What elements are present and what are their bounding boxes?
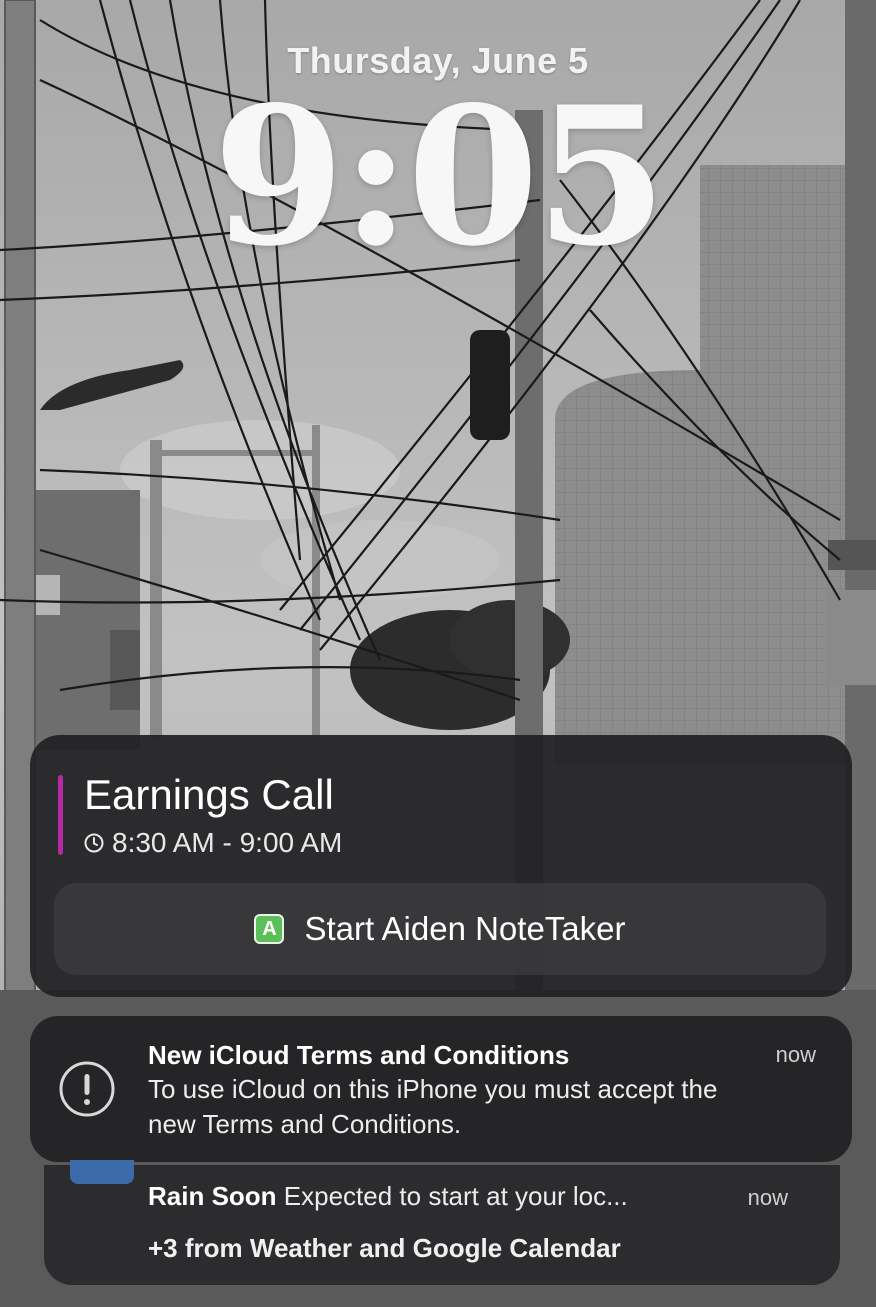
calendar-event-notification[interactable]: Earnings Call 8:30 AM - 9:00 AM A Start … — [30, 735, 852, 997]
weather-notification-stack[interactable]: Rain Soon Expected to start at your loc.… — [44, 1165, 840, 1285]
clock-icon — [84, 833, 104, 853]
event-accent-bar — [58, 775, 63, 855]
start-notetaker-button[interactable]: A Start Aiden NoteTaker — [54, 883, 826, 975]
weather-timestamp: now — [747, 1185, 788, 1210]
notification-body: To use iCloud on this iPhone you must ac… — [148, 1074, 718, 1139]
event-title: Earnings Call — [84, 771, 334, 818]
weather-summary-line: Rain Soon Expected to start at your loc.… — [148, 1181, 628, 1212]
event-time-row: 8:30 AM - 9:00 AM — [84, 827, 342, 859]
stacked-app-icon-peek — [70, 1160, 134, 1184]
lock-screen: Thursday, June 5 9:05 Earnings Call 8:30… — [0, 0, 876, 1307]
lock-time: 9:05 — [212, 65, 668, 288]
notification-timestamp: now — [775, 1042, 816, 1067]
event-time-range: 8:30 AM - 9:00 AM — [112, 827, 343, 858]
weather-body: Expected to start at your loc... — [283, 1181, 628, 1211]
weather-title: Rain Soon — [148, 1181, 277, 1211]
start-notetaker-label: Start Aiden NoteTaker — [304, 910, 626, 947]
alert-circle-icon — [59, 1061, 115, 1117]
stack-more-count: +3 from Weather and Google Calendar — [148, 1233, 621, 1263]
icloud-terms-notification[interactable]: New iCloud Terms and Conditions To use i… — [30, 1016, 852, 1162]
aiden-app-icon: A — [254, 914, 285, 944]
notification-title: New iCloud Terms and Conditions — [148, 1040, 570, 1070]
